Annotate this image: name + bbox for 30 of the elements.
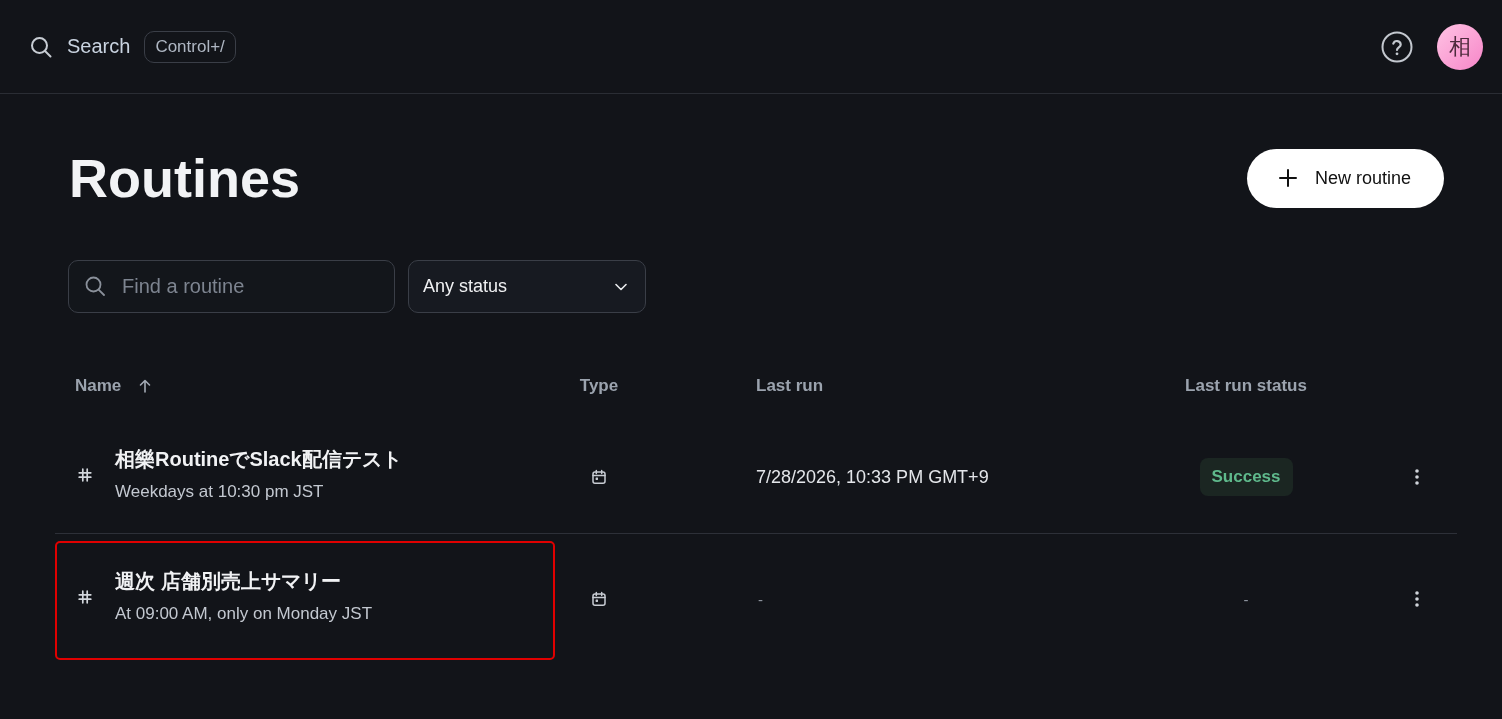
page-title: Routines bbox=[69, 148, 300, 208]
vertical-dots-icon bbox=[1415, 590, 1419, 608]
search-icon bbox=[85, 276, 105, 296]
arrow-up-icon bbox=[139, 379, 152, 393]
routine-name[interactable]: 相樂RoutineでSlack配信テスト bbox=[115, 445, 402, 473]
column-header[interactable]: Last run status bbox=[1185, 376, 1307, 396]
search-button[interactable]: Search bbox=[30, 35, 131, 58]
routine-schedule: At 09:00 AM, only on Monday JST bbox=[115, 603, 373, 625]
status-badge: Success bbox=[1199, 458, 1293, 496]
column-header[interactable]: Type bbox=[579, 376, 619, 396]
hash-icon bbox=[78, 589, 92, 604]
last-run-time: - bbox=[757, 590, 763, 608]
chevron-down-icon bbox=[615, 282, 627, 291]
vertical-dots-icon bbox=[1415, 468, 1419, 486]
status-empty: - bbox=[1243, 590, 1249, 608]
column-header[interactable]: Last run bbox=[756, 376, 824, 396]
search-field[interactable]: Find a routine bbox=[68, 260, 395, 313]
routine-name[interactable]: 週次 店舗別売上サマリー bbox=[115, 567, 373, 595]
new-routine-button[interactable]: New routine bbox=[1246, 148, 1444, 208]
help-button[interactable] bbox=[1381, 30, 1413, 63]
plus-icon bbox=[1278, 169, 1297, 187]
column-header[interactable]: Name bbox=[75, 376, 152, 396]
hash-icon bbox=[78, 467, 92, 482]
keyboard-shortcut-hint: Control+/ bbox=[144, 30, 236, 63]
user-avatar[interactable]: 相 bbox=[1437, 23, 1483, 70]
status-select[interactable]: Any status bbox=[408, 260, 646, 313]
routine-schedule: Weekdays at 10:30 pm JST bbox=[115, 481, 325, 503]
help-icon bbox=[1381, 30, 1413, 63]
last-run-time: 7/28/2026, 10:33 PM GMT+9 bbox=[756, 466, 989, 488]
search-icon bbox=[30, 35, 52, 58]
